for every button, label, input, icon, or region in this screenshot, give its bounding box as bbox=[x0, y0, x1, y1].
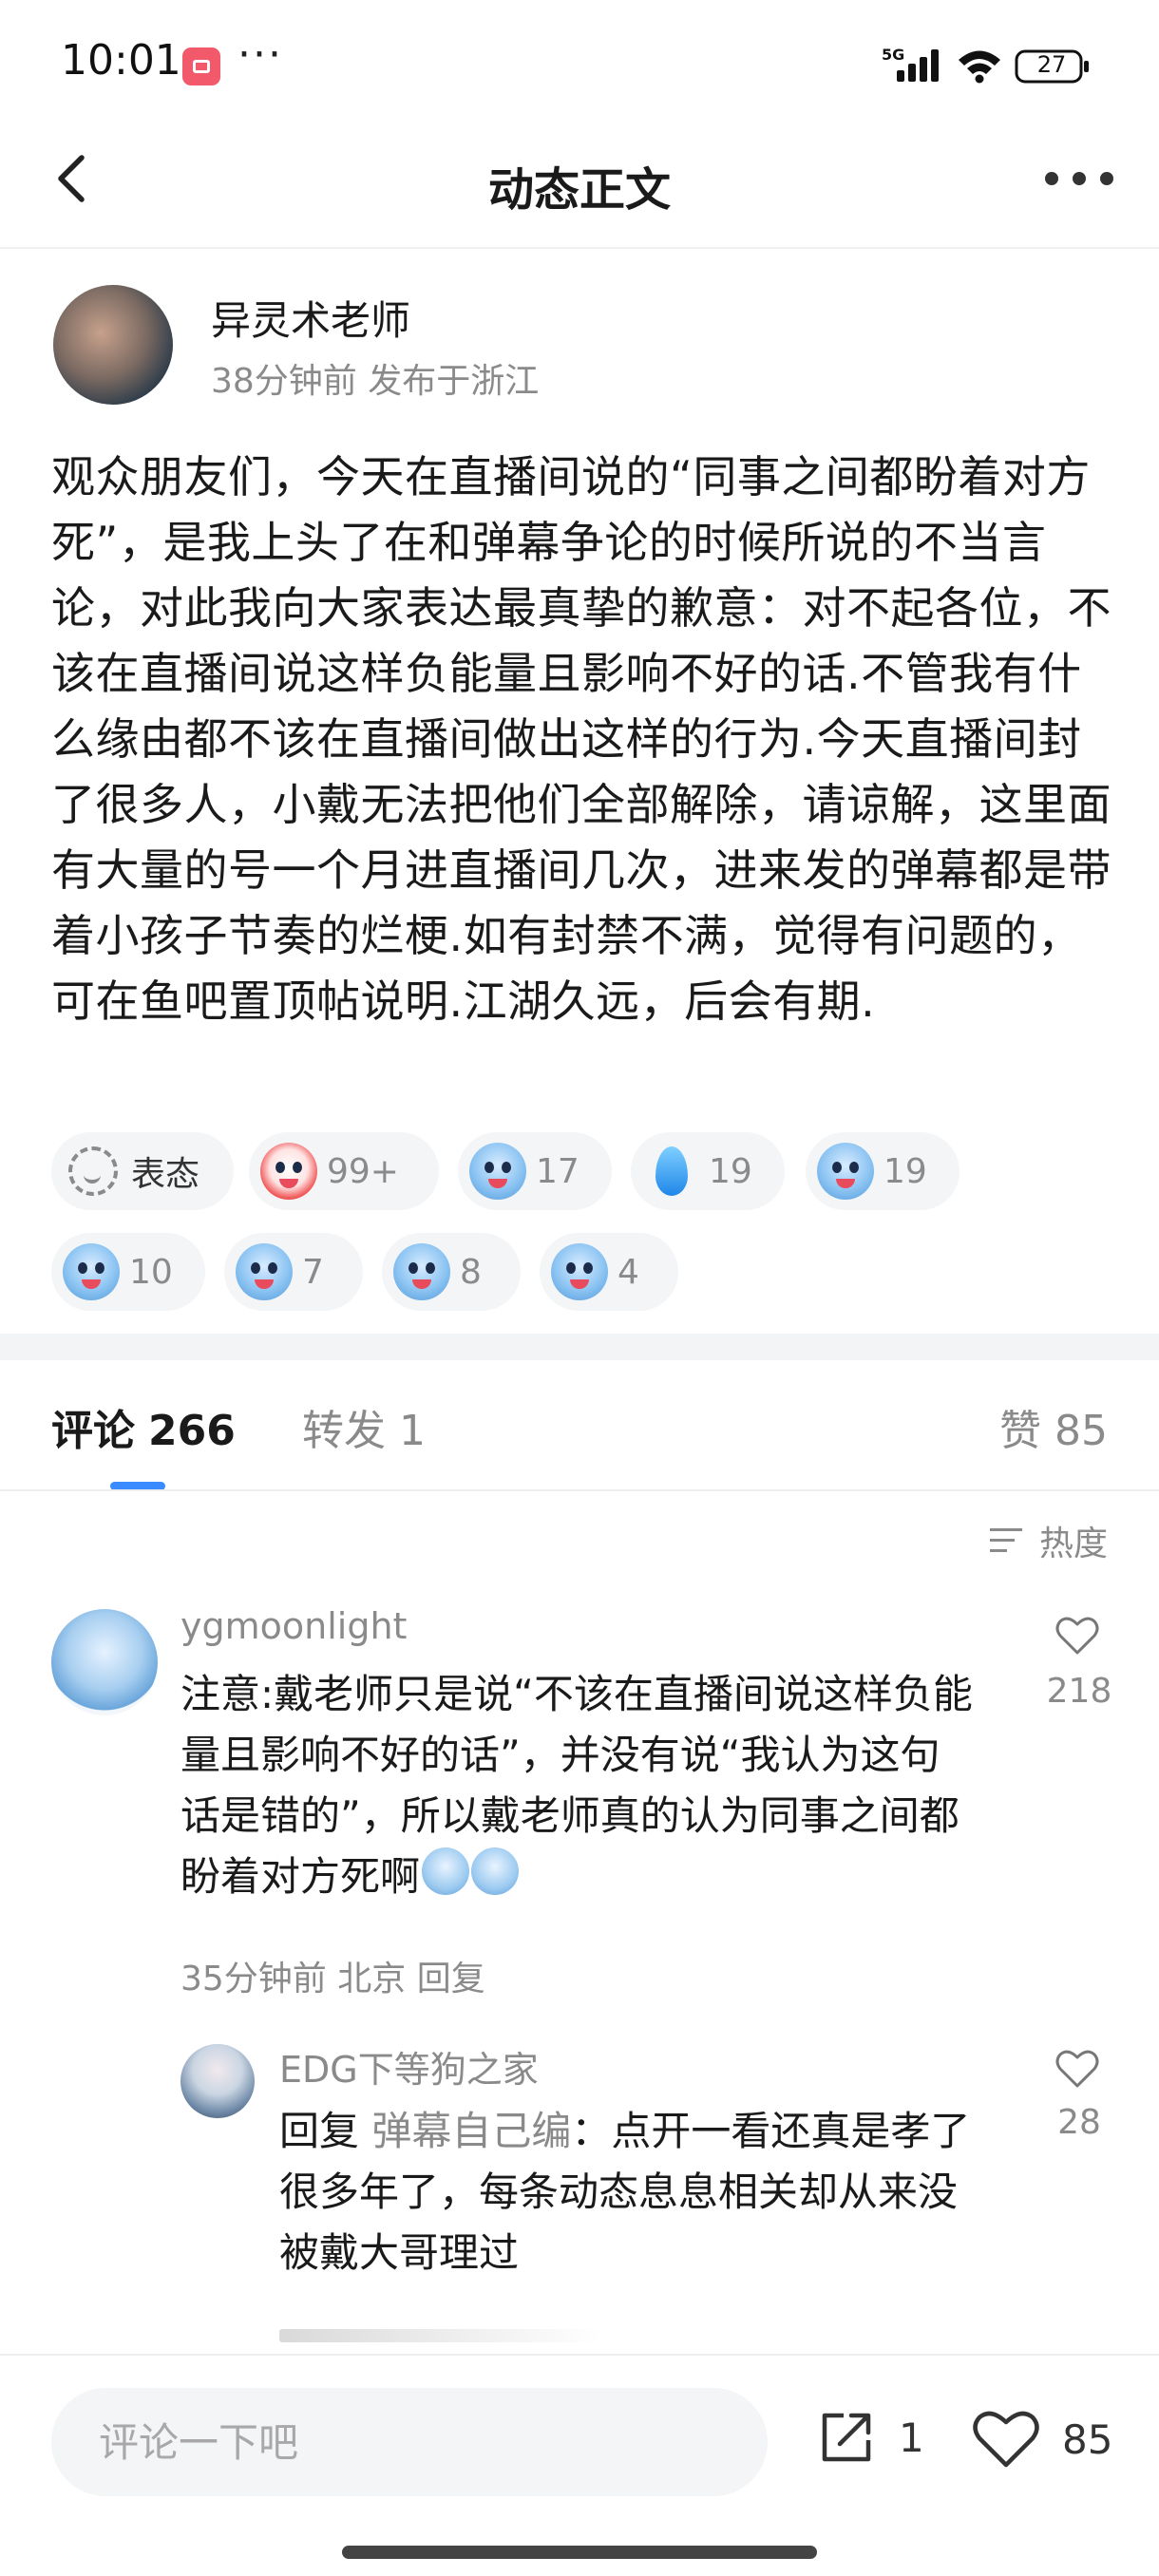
water-drop-emoji-icon bbox=[642, 1143, 699, 1200]
reaction-count: 4 bbox=[618, 1252, 639, 1292]
tab-reposts-count: 1 bbox=[399, 1407, 426, 1455]
tab-reposts-label: 转发 bbox=[302, 1407, 386, 1455]
reaction-chip[interactable]: 19 bbox=[806, 1132, 960, 1210]
more-options-button[interactable] bbox=[1045, 166, 1113, 195]
wifi-icon bbox=[959, 50, 1000, 84]
sort-icon bbox=[989, 1525, 1032, 1557]
reaction-count: 10 bbox=[129, 1252, 173, 1292]
shark-emoji-icon bbox=[420, 1847, 520, 1912]
shark-sweat-emoji-icon bbox=[817, 1143, 874, 1200]
reaction-chip[interactable]: 7 bbox=[224, 1233, 363, 1311]
react-label: 表态 bbox=[131, 1155, 200, 1194]
reply-avatar[interactable] bbox=[180, 2044, 255, 2118]
comment-input[interactable] bbox=[51, 2388, 768, 2496]
reaction-chip[interactable]: 17 bbox=[458, 1132, 612, 1210]
shark-starry-eyes-emoji-icon bbox=[551, 1243, 608, 1300]
shark-sign-emoji-icon bbox=[236, 1243, 293, 1300]
clown-emoji-icon bbox=[260, 1143, 317, 1200]
heart-icon bbox=[973, 2411, 1039, 2468]
tabs-divider bbox=[0, 1489, 1159, 1491]
smiley-add-icon bbox=[68, 1146, 118, 1196]
status-more-icon: ··· bbox=[238, 30, 283, 79]
battery-level: 27 bbox=[1036, 51, 1067, 78]
post-meta: 38分钟前 发布于浙江 bbox=[211, 362, 540, 401]
tab-reposts[interactable]: 转发 1 bbox=[302, 1396, 426, 1457]
status-time: 10:01 bbox=[61, 36, 181, 85]
react-button[interactable]: 表态 bbox=[51, 1132, 234, 1210]
comment-username[interactable]: ygmoonlight bbox=[180, 1605, 407, 1647]
author-avatar[interactable] bbox=[53, 285, 173, 405]
more-dot-icon bbox=[1073, 172, 1086, 185]
reaction-chip[interactable]: 10 bbox=[51, 1233, 205, 1311]
sort-button[interactable]: 热度 bbox=[989, 1516, 1108, 1565]
reaction-chip[interactable]: 4 bbox=[540, 1233, 678, 1311]
tab-likes-count: 85 bbox=[1054, 1407, 1108, 1455]
section-divider bbox=[0, 1334, 1159, 1360]
share-button[interactable]: 1 bbox=[817, 2408, 924, 2467]
reaction-count: 7 bbox=[302, 1252, 324, 1292]
comment-avatar[interactable] bbox=[51, 1609, 158, 1715]
shark-angry-emoji-icon bbox=[63, 1243, 120, 1300]
shark-smirk-emoji-icon bbox=[393, 1243, 450, 1300]
app-notification-icon bbox=[182, 47, 220, 85]
tab-likes[interactable]: 赞 85 bbox=[999, 1396, 1108, 1457]
heart-icon[interactable] bbox=[1054, 1615, 1100, 1657]
reply-like-count: 28 bbox=[1057, 2103, 1101, 2142]
reaction-chip[interactable]: 8 bbox=[382, 1233, 521, 1311]
home-indicator[interactable] bbox=[342, 2546, 817, 2559]
signal-icon bbox=[897, 49, 939, 82]
reply-username[interactable]: EDG下等狗之家 bbox=[279, 2040, 539, 2093]
reaction-count: 19 bbox=[709, 1151, 752, 1191]
share-count: 1 bbox=[899, 2414, 924, 2461]
share-icon bbox=[822, 2413, 871, 2462]
comment-text: 注意:戴老师只是说“不该在直播间说这样负能量且影响不好的话”，并没有说“我认为这… bbox=[180, 1664, 978, 1912]
tab-comments-label: 评论 bbox=[51, 1407, 135, 1455]
tab-comments[interactable]: 评论 266 bbox=[51, 1396, 236, 1457]
header-divider bbox=[0, 247, 1159, 249]
reaction-count: 17 bbox=[536, 1151, 580, 1191]
reply-text: 回复 弹幕自己编：点开一看还真是孝了很多年了，每条动态息息相关却从来没被戴大哥理… bbox=[279, 2101, 982, 2283]
reply-prefix: 回复 bbox=[279, 2108, 360, 2154]
more-dot-icon bbox=[1045, 172, 1058, 185]
comment-like-count: 218 bbox=[1046, 1672, 1112, 1711]
page-title: 动态正文 bbox=[487, 163, 671, 217]
reaction-chip[interactable]: 99+ bbox=[249, 1132, 439, 1210]
shark-surprised-emoji-icon bbox=[469, 1143, 526, 1200]
reaction-count: 19 bbox=[884, 1151, 927, 1191]
more-replies-fade bbox=[279, 2329, 602, 2342]
like-count: 85 bbox=[1062, 2415, 1113, 2463]
tab-likes-label: 赞 bbox=[999, 1407, 1041, 1455]
reaction-chip[interactable]: 19 bbox=[631, 1132, 785, 1210]
tab-comments-count: 266 bbox=[148, 1407, 236, 1455]
heart-icon[interactable] bbox=[1054, 2048, 1100, 2090]
like-button[interactable]: 85 bbox=[971, 2408, 1112, 2471]
post-body: 观众朋友们，今天在直播间说的“同事之间都盼着对方死”，是我上头了在和弹幕争论的时… bbox=[51, 451, 1112, 1027]
comment-text-content: 注意:戴老师只是说“不该在直播间说这样负能量且影响不好的话”，并没有说“我认为这… bbox=[180, 1671, 973, 1900]
sort-label: 热度 bbox=[1038, 1525, 1108, 1563]
status-bar: 10:01 ··· 5G 27 bbox=[0, 0, 1159, 133]
reaction-count: 99+ bbox=[327, 1151, 399, 1191]
reply-target-user[interactable]: 弹幕自己编 bbox=[371, 2108, 571, 2154]
comment-meta[interactable]: 35分钟前 北京 回复 bbox=[180, 1951, 485, 2000]
reaction-count: 8 bbox=[460, 1252, 482, 1292]
author-name[interactable]: 异灵术老师 bbox=[211, 289, 410, 347]
more-dot-icon bbox=[1100, 172, 1113, 185]
